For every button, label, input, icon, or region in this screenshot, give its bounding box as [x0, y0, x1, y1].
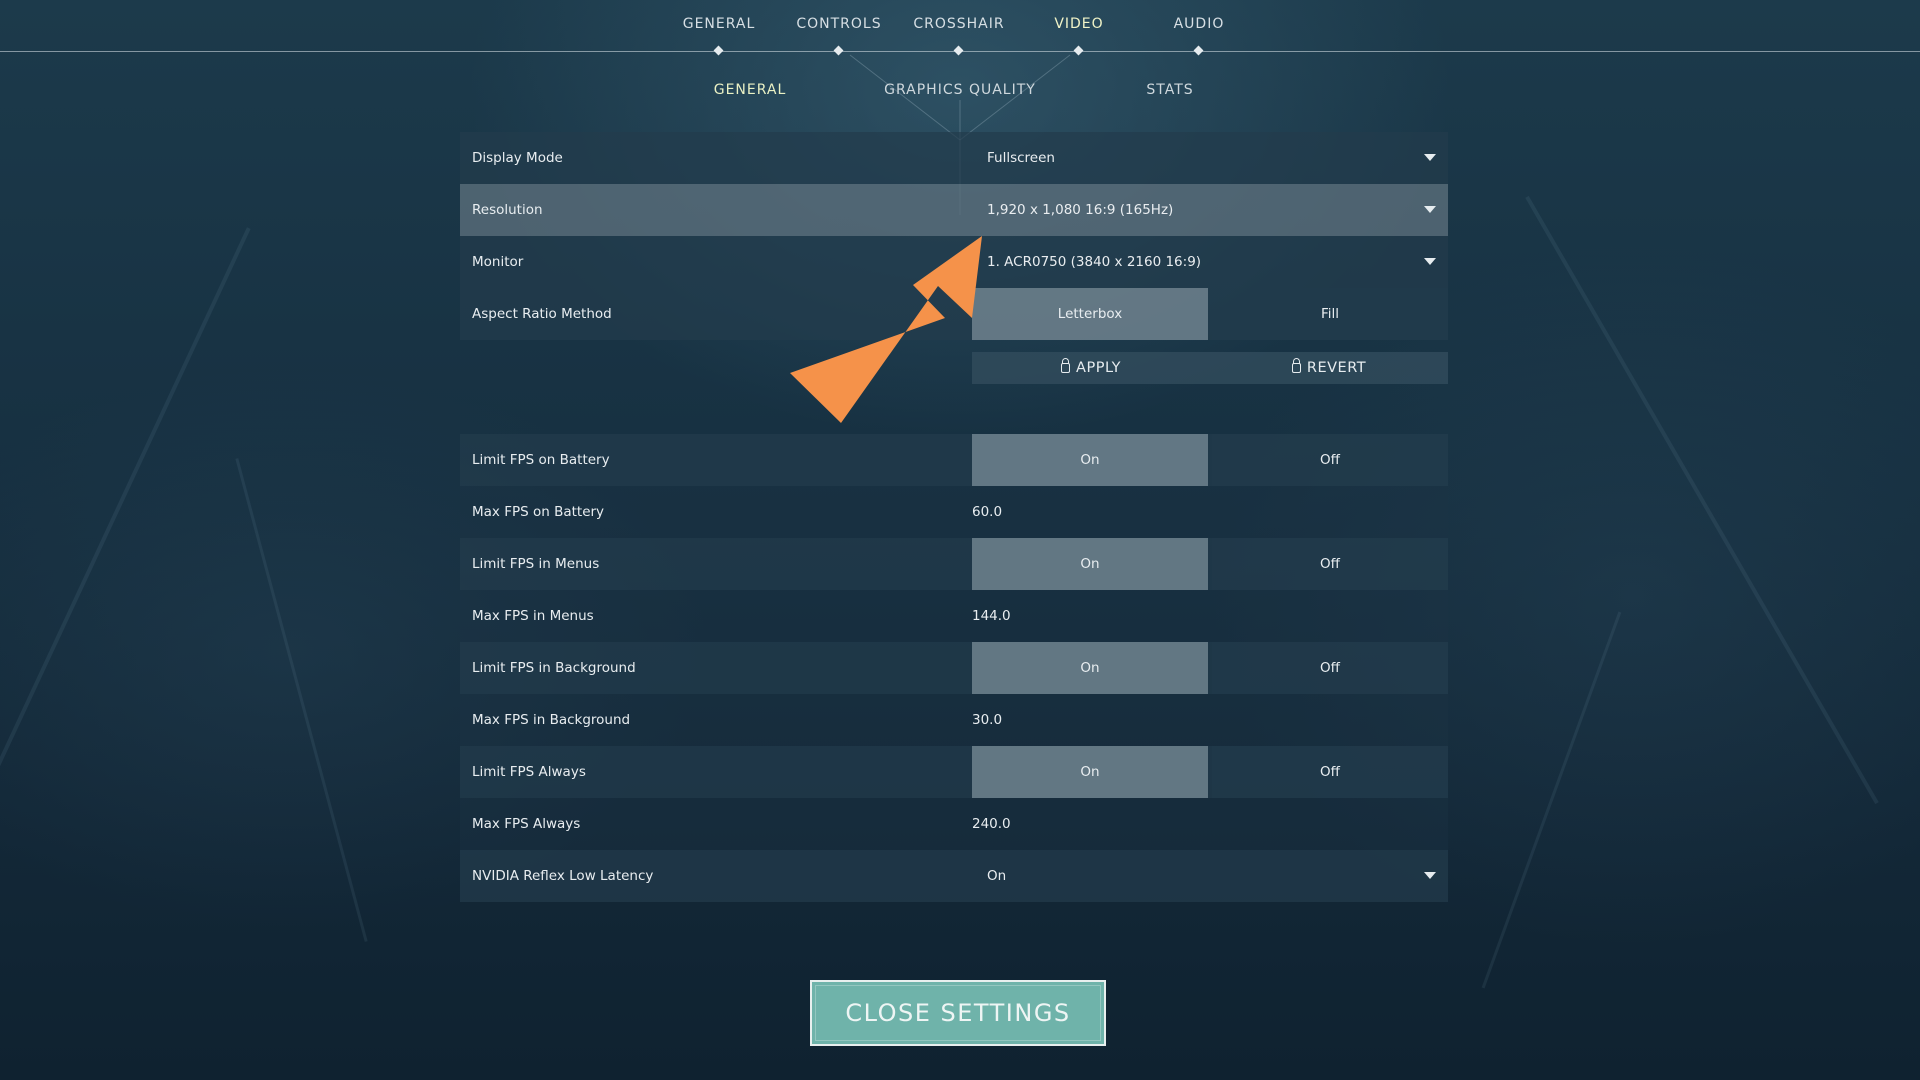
arrow-annotation	[790, 236, 982, 423]
